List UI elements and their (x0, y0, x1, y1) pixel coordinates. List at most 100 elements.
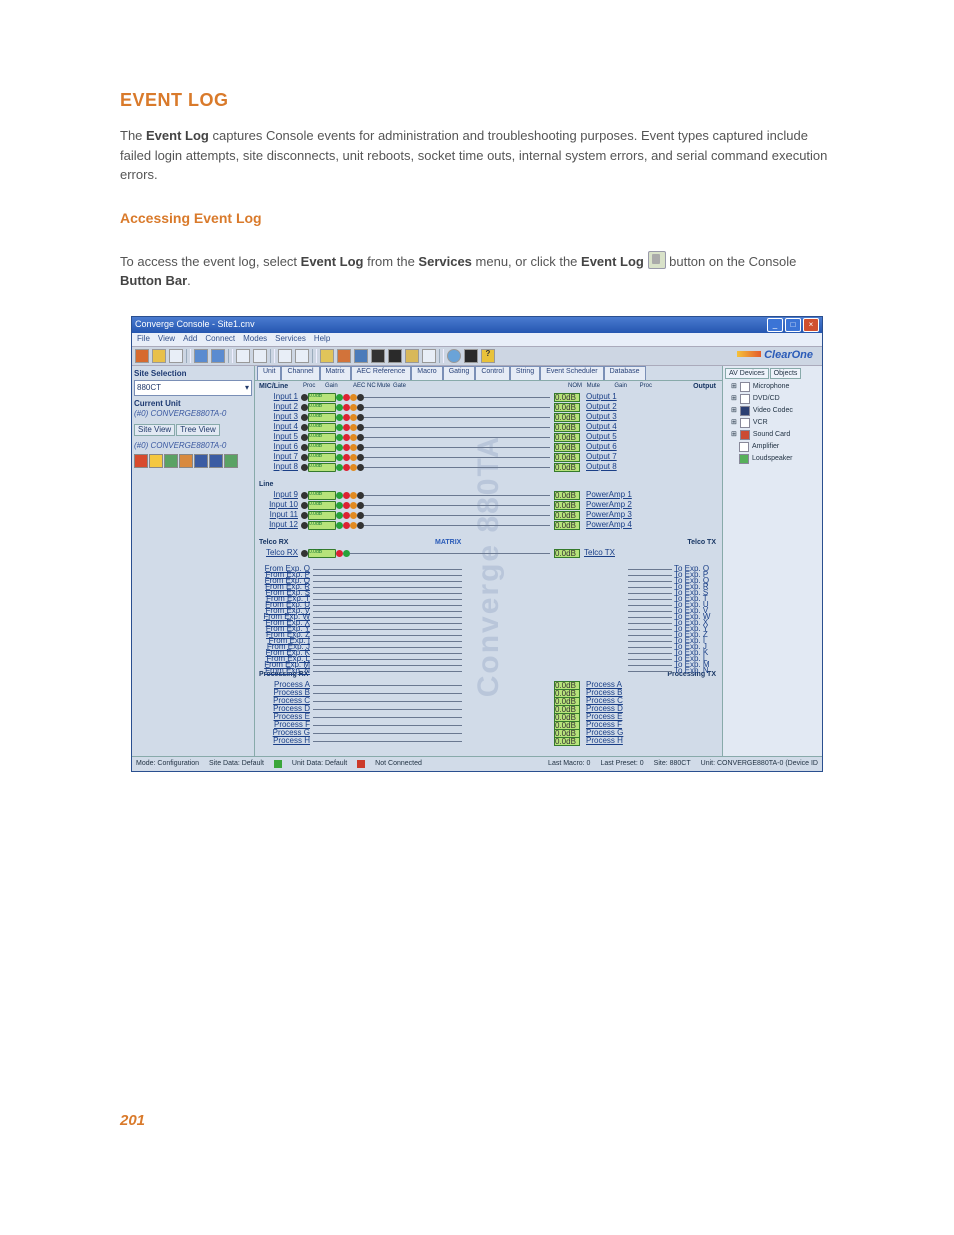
tab-database[interactable]: Database (604, 366, 646, 380)
mic-input-link[interactable]: Input 7 (260, 453, 298, 461)
menu-connect[interactable]: Connect (205, 335, 235, 343)
mic-input-link[interactable]: Input 1 (260, 393, 298, 401)
toolbar-icon[interactable] (354, 349, 368, 363)
line-input-link[interactable]: Input 12 (260, 521, 298, 529)
current-unit-link[interactable]: (#0) CONVERGE880TA-0 (134, 410, 252, 418)
mute-icon[interactable] (343, 512, 350, 519)
site-selection-dropdown[interactable]: 880CT ▾ (134, 380, 252, 396)
tree-label[interactable]: Amplifier (752, 443, 779, 450)
gain-pill[interactable]: 0.0dB (554, 501, 580, 510)
gain-pill[interactable]: 0.0dB (554, 443, 580, 452)
gain-pill[interactable]: 0.0dB (554, 463, 580, 472)
expand-icon[interactable]: ⊞ (731, 407, 737, 414)
menu-view[interactable]: View (158, 335, 175, 343)
gain-pill[interactable]: 0.0dB (554, 453, 580, 462)
proc-icon[interactable] (301, 454, 308, 461)
gate-icon[interactable] (350, 444, 357, 451)
gain-pill[interactable]: 0.0dB (308, 423, 336, 432)
node-icon[interactable] (357, 414, 364, 421)
mute-icon[interactable] (343, 394, 350, 401)
nc-icon[interactable] (343, 550, 350, 557)
aec-icon[interactable] (336, 424, 343, 431)
tab-string[interactable]: String (510, 366, 540, 380)
tree-label[interactable]: VCR (753, 419, 768, 426)
tab-unit[interactable]: Unit (257, 366, 281, 380)
tab-matrix[interactable]: Matrix (320, 366, 351, 380)
aec-icon[interactable] (336, 434, 343, 441)
node-icon[interactable] (357, 454, 364, 461)
process-link[interactable]: Process H (586, 737, 718, 745)
node-icon[interactable] (357, 512, 364, 519)
aec-icon[interactable] (336, 404, 343, 411)
tab-gating[interactable]: Gating (443, 366, 476, 380)
output-link[interactable]: Output 3 (586, 413, 718, 421)
gate-icon[interactable] (350, 404, 357, 411)
tab-av-devices[interactable]: AV Devices (725, 368, 769, 379)
aec-icon[interactable] (336, 444, 343, 451)
mute-icon[interactable] (343, 434, 350, 441)
tree-unit-link[interactable]: (#0) CONVERGE880TA-0 (134, 442, 252, 450)
proc-icon[interactable] (301, 414, 308, 421)
tab-control[interactable]: Control (475, 366, 510, 380)
node-icon[interactable] (357, 394, 364, 401)
toolbar-icon[interactable] (194, 349, 208, 363)
output-link[interactable]: Output 6 (586, 443, 718, 451)
node-icon[interactable] (357, 444, 364, 451)
tree-label[interactable]: Video Codec (753, 407, 793, 414)
gain-pill[interactable]: 0.0dB (308, 501, 336, 510)
expand-icon[interactable]: ⊞ (731, 431, 737, 438)
power-amp-link[interactable]: PowerAmp 1 (586, 491, 718, 499)
proc-icon[interactable] (301, 550, 308, 557)
gain-pill[interactable]: 0.0dB (308, 443, 336, 452)
aec-icon[interactable] (336, 492, 343, 499)
proc-icon[interactable] (301, 444, 308, 451)
toolbar-icon[interactable] (422, 349, 436, 363)
proc-icon[interactable] (301, 424, 308, 431)
exp-link[interactable]: Process H (260, 737, 310, 745)
aec-icon[interactable] (336, 512, 343, 519)
tab-objects[interactable]: Objects (770, 368, 802, 379)
expand-icon[interactable]: ⊞ (731, 383, 737, 390)
gain-pill[interactable]: 0.0dB (308, 413, 336, 422)
power-amp-link[interactable]: PowerAmp 3 (586, 511, 718, 519)
gain-pill[interactable]: 0.0dB (554, 423, 580, 432)
output-link[interactable]: Output 8 (586, 463, 718, 471)
toolbar-icon[interactable] (236, 349, 250, 363)
event-log-icon[interactable] (371, 349, 385, 363)
mute-icon[interactable] (343, 464, 350, 471)
gain-pill[interactable]: 0.0dB (308, 549, 336, 558)
mute-icon[interactable] (343, 502, 350, 509)
gain-pill[interactable]: 0.0dB (554, 549, 580, 558)
proc-icon[interactable] (301, 404, 308, 411)
unit-chip-icon[interactable] (194, 454, 208, 468)
exp-link[interactable]: To Exp. N (674, 667, 718, 675)
tree-label[interactable]: DVD/CD (753, 395, 780, 402)
gate-icon[interactable] (350, 522, 357, 529)
gate-icon[interactable] (350, 414, 357, 421)
output-link[interactable]: Output 4 (586, 423, 718, 431)
tab-macro[interactable]: Macro (411, 366, 442, 380)
unit-chip-icon[interactable] (164, 454, 178, 468)
toolbar-icon[interactable] (295, 349, 309, 363)
gate-icon[interactable] (350, 394, 357, 401)
unit-chip-icon[interactable] (209, 454, 223, 468)
mic-input-link[interactable]: Input 2 (260, 403, 298, 411)
mute-icon[interactable] (343, 414, 350, 421)
output-link[interactable]: Output 1 (586, 393, 718, 401)
tree-label[interactable]: Microphone (753, 383, 790, 390)
mic-input-link[interactable]: Input 3 (260, 413, 298, 421)
node-icon[interactable] (357, 492, 364, 499)
node-icon[interactable] (357, 434, 364, 441)
output-link[interactable]: Output 7 (586, 453, 718, 461)
gate-icon[interactable] (350, 512, 357, 519)
toolbar-icon[interactable] (320, 349, 334, 363)
tab-channel[interactable]: Channel (281, 366, 319, 380)
toolbar-icon[interactable] (152, 349, 166, 363)
gain-pill[interactable]: 0.0dB (308, 491, 336, 500)
mute-icon[interactable] (343, 444, 350, 451)
toolbar-icon[interactable] (337, 349, 351, 363)
exp-link[interactable]: From Exp. N (260, 667, 310, 675)
gain-pill[interactable]: 0.0dB (308, 463, 336, 472)
line-input-link[interactable]: Input 11 (260, 511, 298, 519)
line-input-link[interactable]: Input 9 (260, 491, 298, 499)
